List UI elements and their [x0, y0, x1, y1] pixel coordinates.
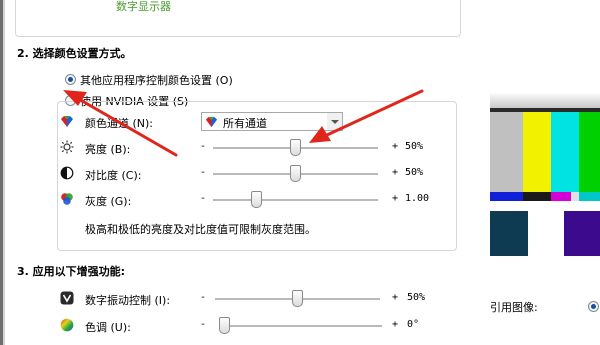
- reference-image-label: 引用图像:: [490, 301, 538, 314]
- gamma-track[interactable]: [213, 199, 378, 202]
- preview-top-gradient: [490, 92, 600, 108]
- contrast-plus: +: [392, 167, 399, 178]
- vibrance-plus: +: [392, 292, 399, 303]
- section-3-title: 3. 应用以下增强功能:: [17, 265, 126, 278]
- color-channel-dropdown[interactable]: 所有通道: [201, 112, 343, 131]
- bar-white-small: [571, 192, 579, 201]
- all-channels-icon: [205, 116, 218, 128]
- bar-blue-small: [490, 192, 523, 201]
- color-bars-preview: [490, 92, 600, 256]
- gamma-icon: [61, 193, 73, 205]
- radio-other-app[interactable]: [65, 74, 76, 85]
- window-left-border-inner: [3, 0, 5, 345]
- radio-other-app-label[interactable]: 其他应用程序控制颜色设置 (O): [80, 72, 233, 88]
- reference-image-radio[interactable]: [588, 301, 599, 312]
- brightness-minus: -: [200, 141, 207, 152]
- hue-track[interactable]: [220, 325, 382, 328]
- bar-cyan-small: [579, 192, 600, 201]
- display-group-box: 数字显示器: [15, 0, 461, 37]
- color-channel-label: 颜色通道 (N):: [85, 117, 154, 130]
- gamma-label: 灰度 (G):: [85, 195, 132, 208]
- hue-value: 0°: [407, 319, 420, 330]
- contrast-icon: [60, 166, 74, 180]
- contrast-label: 对比度 (C):: [85, 169, 142, 182]
- section-2-title: 2. 选择颜色设置方式。: [17, 47, 132, 60]
- bar-purple: [564, 211, 600, 256]
- chevron-down-icon[interactable]: [327, 113, 342, 130]
- vibrance-icon: [60, 291, 74, 305]
- color-channel-icon: [61, 116, 73, 127]
- hue-minus: -: [200, 319, 207, 330]
- contrast-minus: -: [200, 167, 207, 178]
- brightness-label: 亮度 (B):: [85, 143, 131, 156]
- bar-white: [528, 211, 564, 256]
- brightness-icon: [60, 140, 74, 154]
- color-channel-value: 所有通道: [223, 117, 267, 130]
- bar-dark-blue: [490, 211, 528, 256]
- bar-magenta-small: [551, 192, 571, 201]
- display-name: 数字显示器: [116, 0, 171, 13]
- bar-yellow: [523, 112, 551, 192]
- vibrance-minus: -: [200, 292, 207, 303]
- bar-cyan: [551, 112, 579, 192]
- brightness-slider-thumb[interactable]: [289, 139, 301, 156]
- vibrance-label: 数字振动控制 (I):: [85, 294, 171, 307]
- gamma-value: 1.00: [405, 193, 430, 204]
- preview-gap: [490, 201, 600, 211]
- brightness-value: 50%: [405, 141, 424, 152]
- gamma-slider-thumb[interactable]: [250, 191, 262, 208]
- brightness-plus: +: [392, 141, 399, 152]
- hue-plus: +: [392, 319, 399, 330]
- vibrance-value: 50%: [407, 292, 426, 303]
- hue-label: 色调 (U):: [85, 321, 131, 334]
- bar-green: [579, 112, 600, 192]
- hue-slider-thumb[interactable]: [219, 317, 230, 334]
- gamma-plus: +: [392, 193, 399, 204]
- range-note: 极高和极低的亮度及对比度值可限制灰度范围。: [85, 223, 316, 236]
- contrast-value: 50%: [405, 167, 424, 178]
- gamma-minus: -: [200, 193, 207, 204]
- bar-gray: [490, 112, 523, 192]
- hue-icon: [60, 318, 74, 332]
- contrast-slider-thumb[interactable]: [289, 165, 301, 182]
- vibrance-slider-thumb[interactable]: [291, 290, 303, 307]
